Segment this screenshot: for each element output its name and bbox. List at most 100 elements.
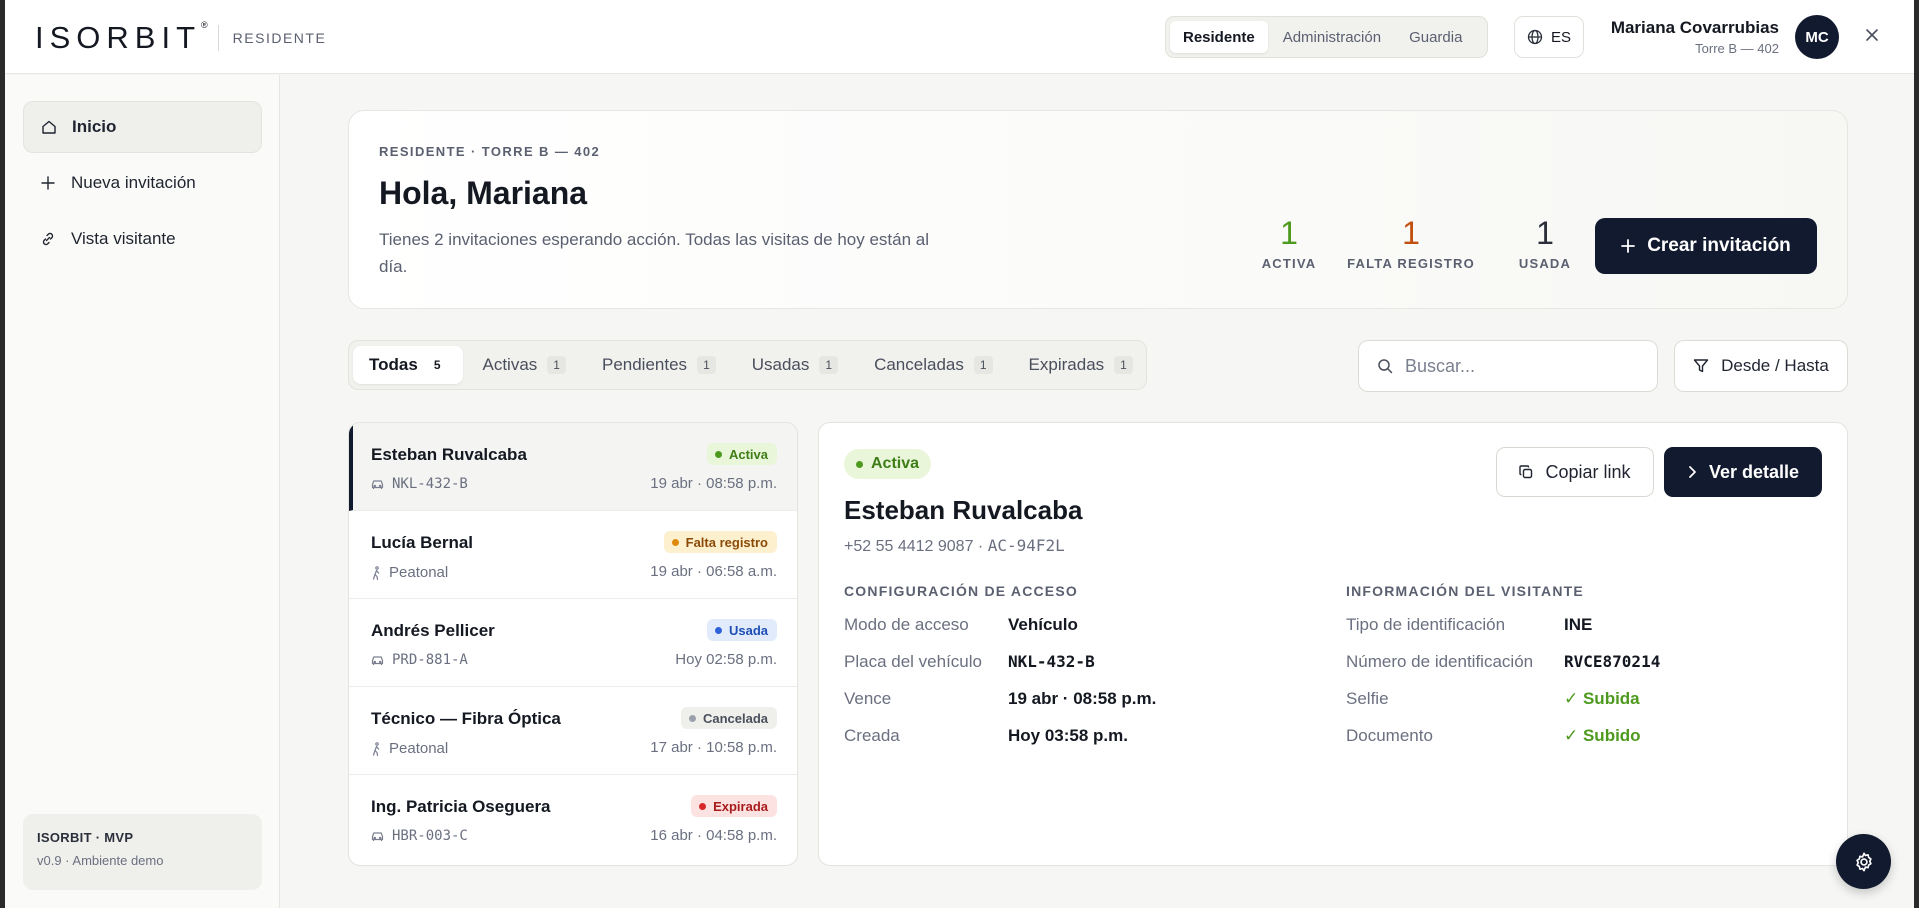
search-input[interactable] [1405, 355, 1625, 377]
status-badge: Expirada [691, 795, 777, 817]
date-range-button[interactable]: Desde / Hasta [1674, 340, 1848, 392]
field-value: 19 abr · 08:58 p.m. [1008, 689, 1157, 708]
sidebar-item-vista-visitante[interactable]: Vista visitante [23, 213, 262, 265]
list-item[interactable]: Esteban Ruvalcaba Activa NKL-432-B 19 ab… [349, 423, 797, 511]
list-item[interactable]: Técnico — Fibra Óptica Cancelada Peatona… [349, 687, 797, 775]
search-box [1358, 340, 1658, 392]
tab-label: Usadas [751, 355, 810, 374]
tab-expiradas[interactable]: Expiradas 1 [1013, 346, 1149, 384]
tab-canceladas[interactable]: Canceladas 1 [858, 346, 1008, 384]
tab-count: 1 [819, 356, 839, 374]
walk-icon [371, 741, 381, 756]
visitor-access: HBR-003-C [371, 828, 468, 844]
home-icon [40, 118, 58, 136]
field-value: RVCE870214 [1564, 652, 1661, 671]
walk-icon [371, 565, 381, 580]
visitor-access: PRD-881-A [371, 652, 468, 668]
welcome-eyebrow: RESIDENTE · TORRE B — 402 [379, 144, 601, 159]
tab-todas[interactable]: Todas 5 [353, 346, 463, 384]
language-button[interactable]: ES [1514, 16, 1584, 58]
stat-label: ACTIVA [1261, 256, 1317, 271]
tab-pendientes[interactable]: Pendientes 1 [586, 346, 732, 384]
detail-contact: +52 55 4412 9087 · AC-94F2L [844, 536, 1065, 555]
visitor-access: Peatonal [371, 740, 448, 757]
field-value: NKL-432-B [1008, 652, 1095, 671]
role-option-residente[interactable]: Residente [1170, 21, 1268, 53]
page-title: Hola, Mariana [379, 175, 588, 211]
brand[interactable]: ISORBIT® RESIDENTE [35, 20, 326, 56]
app-version: v0.9 · Ambiente demo [37, 853, 164, 868]
invitation-date: 16 abr · 04:58 p.m. [650, 827, 777, 844]
list-item[interactable]: Lucía Bernal Falta registro Peatonal 19 … [349, 511, 797, 599]
link-icon [39, 230, 57, 248]
stat-value: 1 [1536, 215, 1554, 251]
plus-icon [1621, 239, 1636, 253]
settings-button[interactable] [1836, 834, 1891, 889]
field-value: ✓ Subido [1564, 726, 1641, 745]
field-label: Tipo de identificación [1346, 615, 1506, 634]
close-button[interactable] [1858, 21, 1886, 49]
invitation-date: 19 abr · 06:58 a.m. [650, 563, 777, 580]
invitation-date: 19 abr · 08:58 p.m. [650, 475, 777, 492]
status-dot [714, 450, 722, 458]
visitor-info-title: INFORMACIÓN DEL VISITANTE [1346, 583, 1584, 599]
invitation-date: Hoy 02:58 p.m. [675, 651, 777, 668]
detail-phone: +52 55 4412 9087 [844, 538, 974, 555]
view-detail-button[interactable]: Ver detalle [1664, 447, 1822, 497]
stat-falta-registro: 1 FALTA REGISTRO [1331, 215, 1491, 271]
brand-role-label: RESIDENTE [232, 30, 327, 46]
tab-count: 1 [697, 356, 716, 374]
copy-link-label: Copiar link [1545, 461, 1631, 482]
tab-label: Expiradas [1028, 355, 1105, 374]
visitor-name: Lucía Bernal [371, 533, 474, 552]
field-value: Hoy 03:58 p.m. [1008, 726, 1128, 745]
tab-usadas[interactable]: Usadas 1 [736, 346, 854, 384]
close-icon [1866, 29, 1878, 41]
user-name: Mariana Covarrubias [1610, 18, 1779, 37]
copy-link-button[interactable]: Copiar link [1496, 447, 1654, 497]
status-tabs: Todas 5 Activas 1 Pendientes 1 Usadas 1 … [348, 340, 1147, 390]
avatar[interactable]: MC [1795, 15, 1839, 59]
sidebar-item-inicio[interactable]: Inicio [23, 101, 262, 153]
sidebar-item-label: Nueva invitación [71, 173, 196, 192]
sidebar-item-nueva-invitacion[interactable]: Nueva invitación [23, 157, 262, 209]
detail-code: AC-94F2L [987, 536, 1065, 555]
visitor-name: Andrés Pellicer [371, 621, 495, 640]
role-option-administracion[interactable]: Administración [1270, 21, 1394, 53]
sidebar-item-label: Inicio [72, 117, 117, 136]
role-option-guardia[interactable]: Guardia [1396, 21, 1475, 53]
tab-count: 5 [433, 358, 441, 372]
status-dot [671, 538, 679, 546]
field-label: Número de identificación [1346, 652, 1534, 671]
view-detail-label: Ver detalle [1708, 461, 1800, 482]
field-label: Creada [844, 726, 900, 745]
create-invitation-button[interactable]: Crear invitación [1595, 218, 1817, 274]
field-label: Selfie [1346, 689, 1389, 708]
field-value: Vehículo [1008, 615, 1078, 634]
status-badge: Activa [706, 443, 777, 465]
car-icon [371, 830, 384, 842]
detail-visitor-name: Esteban Ruvalcaba [844, 495, 1083, 525]
status-badge: Usada [706, 619, 777, 641]
tab-activas[interactable]: Activas 1 [467, 346, 582, 384]
visitor-access: Peatonal [371, 564, 448, 581]
field-label: Documento [1346, 726, 1433, 745]
plus-icon [39, 174, 57, 192]
list-item[interactable]: Andrés Pellicer Usada PRD-881-A Hoy 02:5… [349, 599, 797, 687]
visitor-name: Técnico — Fibra Óptica [371, 709, 561, 728]
visitor-access: NKL-432-B [371, 476, 468, 492]
invitation-date: 17 abr · 10:58 p.m. [650, 739, 777, 756]
list-item[interactable]: Ing. Patricia Oseguera Expirada HBR-003-… [349, 775, 797, 863]
stat-label: USADA [1518, 256, 1572, 271]
stat-value: 1 [1402, 215, 1420, 251]
stat-usada: 1 USADA [1505, 215, 1585, 271]
status-dot [688, 714, 696, 722]
field-label: Vence [844, 689, 892, 708]
tab-count: 1 [973, 356, 993, 374]
status-dot [856, 460, 863, 468]
car-icon [371, 478, 384, 490]
stat-label: FALTA REGISTRO [1347, 256, 1475, 271]
create-invitation-label: Crear invitación [1647, 235, 1791, 256]
visitor-name: Ing. Patricia Oseguera [371, 797, 551, 816]
tab-count: 1 [1114, 356, 1133, 374]
